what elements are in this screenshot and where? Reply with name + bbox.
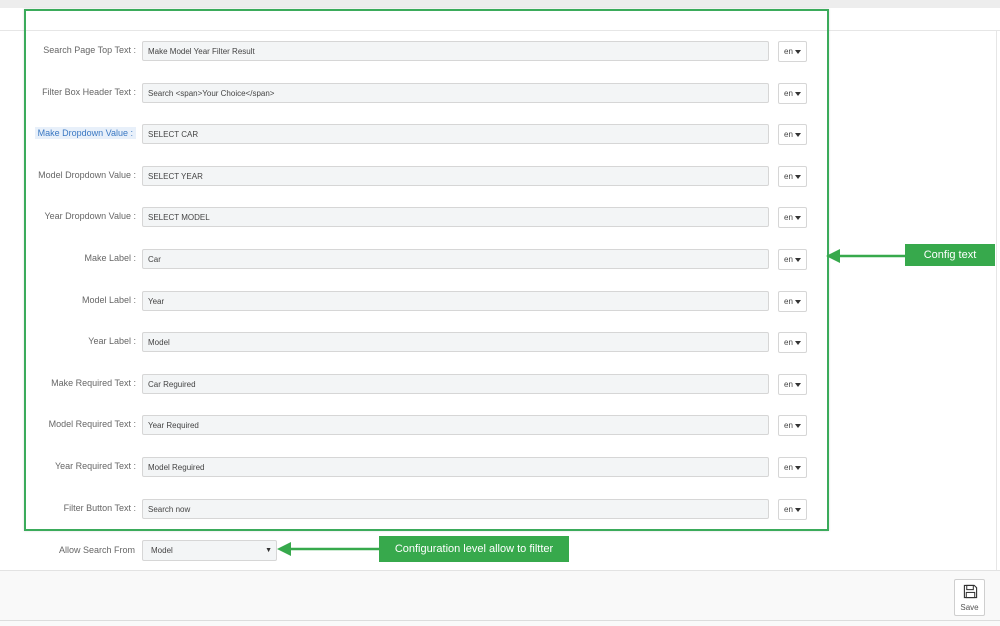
footer bbox=[0, 571, 1000, 626]
right-divider bbox=[996, 30, 997, 570]
save-button[interactable]: Save bbox=[954, 579, 985, 616]
config-text-callout: Config text bbox=[905, 244, 995, 266]
top-bar bbox=[0, 0, 1000, 8]
allow-search-row: Allow Search From Model ▼ bbox=[0, 540, 300, 561]
select-arrow-icon: ▼ bbox=[265, 547, 272, 554]
allow-search-label: Allow Search From bbox=[58, 545, 135, 555]
bottom-divider bbox=[0, 620, 1000, 621]
highlight-box bbox=[24, 9, 829, 531]
save-label: Save bbox=[960, 603, 979, 612]
config-level-arrow bbox=[277, 542, 379, 556]
config-level-callout: Configuration level allow to filtter bbox=[379, 536, 569, 562]
allow-search-value: Model bbox=[151, 546, 173, 555]
allow-search-select[interactable]: Model ▼ bbox=[142, 540, 277, 561]
config-text-arrow bbox=[826, 249, 905, 263]
floppy-disk-icon bbox=[963, 584, 978, 599]
